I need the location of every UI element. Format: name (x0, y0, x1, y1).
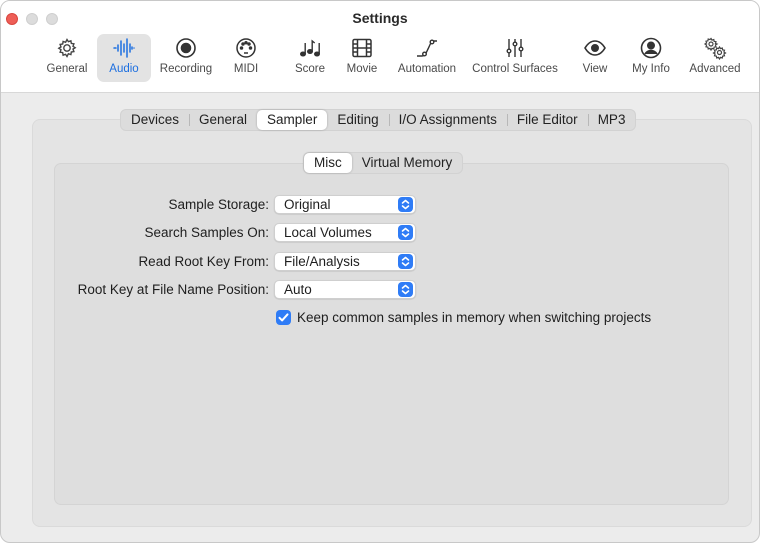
toolbar-item-control-surfaces[interactable]: Control Surfaces (465, 34, 565, 82)
updown-chevron-icon (398, 225, 413, 240)
toolbar-item-midi[interactable]: MIDI (221, 34, 271, 82)
sample-storage-value: Original (284, 197, 331, 212)
tab-devices[interactable]: Devices (121, 110, 189, 130)
toolbar-label-audio: Audio (109, 63, 139, 75)
toolbar-item-automation[interactable]: Automation (392, 34, 462, 82)
window-title: Settings (352, 10, 408, 26)
tab-io-assignments[interactable]: I/O Assignments (388, 110, 507, 130)
eye-icon (584, 40, 606, 56)
preferences-toolbar: General Audio Recording MIDI Score Movie… (1, 34, 759, 84)
toolbar-label-midi: MIDI (233, 63, 259, 75)
sampler-subtabs: Misc Virtual Memory (303, 152, 464, 174)
toolbar-item-view[interactable]: View (573, 34, 617, 82)
toolbar-label-score: Score (294, 63, 326, 75)
read-root-key-from-value: File/Analysis (284, 254, 360, 269)
automation-curve-icon (417, 39, 437, 57)
midi-port-icon (236, 38, 256, 58)
toolbar-item-general[interactable]: General (40, 34, 94, 82)
gear-icon (57, 38, 77, 58)
toolbar-label-general: General (46, 63, 88, 75)
root-key-position-label: Root Key at File Name Position: (77, 282, 269, 297)
toolbar-item-audio[interactable]: Audio (97, 34, 151, 82)
toolbar-label-automation: Automation (397, 63, 457, 75)
toolbar-label-control-surfaces: Control Surfaces (472, 63, 558, 75)
keep-in-memory-label: Keep common samples in memory when switc… (297, 310, 652, 325)
faders-icon (506, 39, 524, 57)
sample-storage-popup[interactable]: Original (274, 195, 416, 214)
audio-tabs: Devices General Sampler Editing I/O Assi… (120, 109, 637, 131)
toolbar-item-movie[interactable]: Movie (338, 34, 386, 82)
tab-editing[interactable]: Editing (327, 110, 388, 130)
setting-row-root-key-position: Root Key at File Name Position: Auto (1, 280, 759, 300)
updown-chevron-icon (398, 197, 413, 212)
film-icon (352, 38, 372, 58)
tab-sampler[interactable]: Sampler (257, 110, 328, 130)
toolbar-item-score[interactable]: Score (285, 34, 335, 82)
toolbar-label-my-info: My Info (632, 63, 670, 75)
tab-mp3[interactable]: MP3 (587, 110, 636, 130)
search-samples-on-popup[interactable]: Local Volumes (274, 223, 416, 242)
waveform-icon (113, 38, 135, 58)
tab-file-editor[interactable]: File Editor (506, 110, 588, 130)
search-samples-on-value: Local Volumes (284, 225, 372, 240)
toolbar-label-advanced: Advanced (689, 63, 741, 75)
subtab-virtual-memory[interactable]: Virtual Memory (352, 153, 463, 173)
keep-in-memory-checkbox[interactable] (276, 310, 291, 325)
sample-storage-label: Sample Storage: (168, 197, 269, 212)
title-bar: Settings General Audio Recording MIDI Sc… (1, 1, 759, 93)
subtab-misc[interactable]: Misc (304, 153, 352, 173)
toolbar-item-recording[interactable]: Recording (154, 34, 218, 82)
record-icon (176, 38, 196, 58)
settings-window: Settings General Audio Recording MIDI Sc… (0, 0, 760, 543)
search-samples-on-label: Search Samples On: (144, 225, 269, 240)
toolbar-label-movie: Movie (346, 63, 378, 75)
toolbar-label-view: View (582, 63, 608, 75)
setting-row-read-root-key-from: Read Root Key From: File/Analysis (1, 252, 759, 272)
toolbar-item-advanced[interactable]: Advanced (685, 34, 745, 82)
toolbar-item-my-info[interactable]: My Info (623, 34, 679, 82)
root-key-position-popup[interactable]: Auto (274, 280, 416, 299)
toolbar-label-recording: Recording (159, 63, 213, 75)
root-key-position-value: Auto (284, 282, 312, 297)
setting-row-search-samples-on: Search Samples On: Local Volumes (1, 223, 759, 243)
music-notes-icon (300, 39, 321, 57)
gears-icon (703, 37, 727, 60)
read-root-key-from-popup[interactable]: File/Analysis (274, 252, 416, 271)
person-icon (640, 37, 662, 59)
tab-general[interactable]: General (189, 110, 257, 130)
updown-chevron-icon (398, 254, 413, 269)
updown-chevron-icon (398, 282, 413, 297)
setting-row-sample-storage: Sample Storage: Original (1, 195, 759, 215)
read-root-key-from-label: Read Root Key From: (138, 254, 269, 269)
